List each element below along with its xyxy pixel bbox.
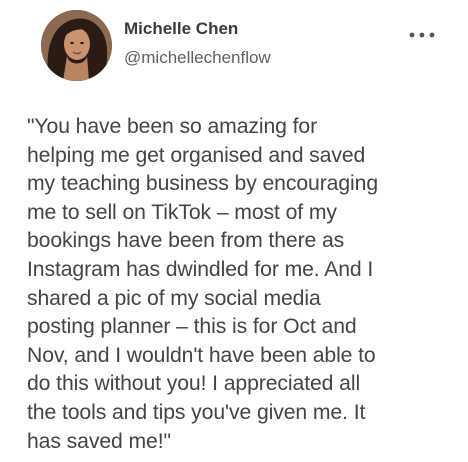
social-post-card: Michelle Chen @michellechenflow "You hav… (0, 0, 468, 462)
post-text-line: Nov, and I wouldn't have been able to (27, 343, 376, 367)
post-text-line: shared a pic of my social media (27, 286, 321, 310)
profile-photo (41, 10, 112, 81)
post-text: "You have been so amazing for helping me… (27, 113, 457, 456)
post-text-line: the tools and tips you've given me. It (27, 400, 366, 424)
post-text-line: helping me get organised and saved (27, 143, 366, 167)
more-horizontal-icon[interactable] (408, 28, 438, 40)
author-handle[interactable]: @michellechenflow (124, 48, 271, 68)
post-text-line: "You have been so amazing for (27, 115, 318, 138)
post-text-line: has saved me!" (27, 429, 171, 453)
post-text-line: my teaching business by encouraging (27, 172, 379, 196)
post-text-line: posting planner – this is for Oct and (27, 315, 357, 339)
post-text-line: bookings have been from there as (27, 229, 345, 253)
avatar[interactable] (41, 10, 112, 81)
post-text-line: Instagram has dwindled for me. And I (27, 257, 374, 281)
post-text-line: me to sell on TikTok – most of my (27, 200, 337, 224)
post-text-line: do this without you! I appreciated all (27, 372, 361, 396)
author-name[interactable]: Michelle Chen (124, 19, 238, 39)
